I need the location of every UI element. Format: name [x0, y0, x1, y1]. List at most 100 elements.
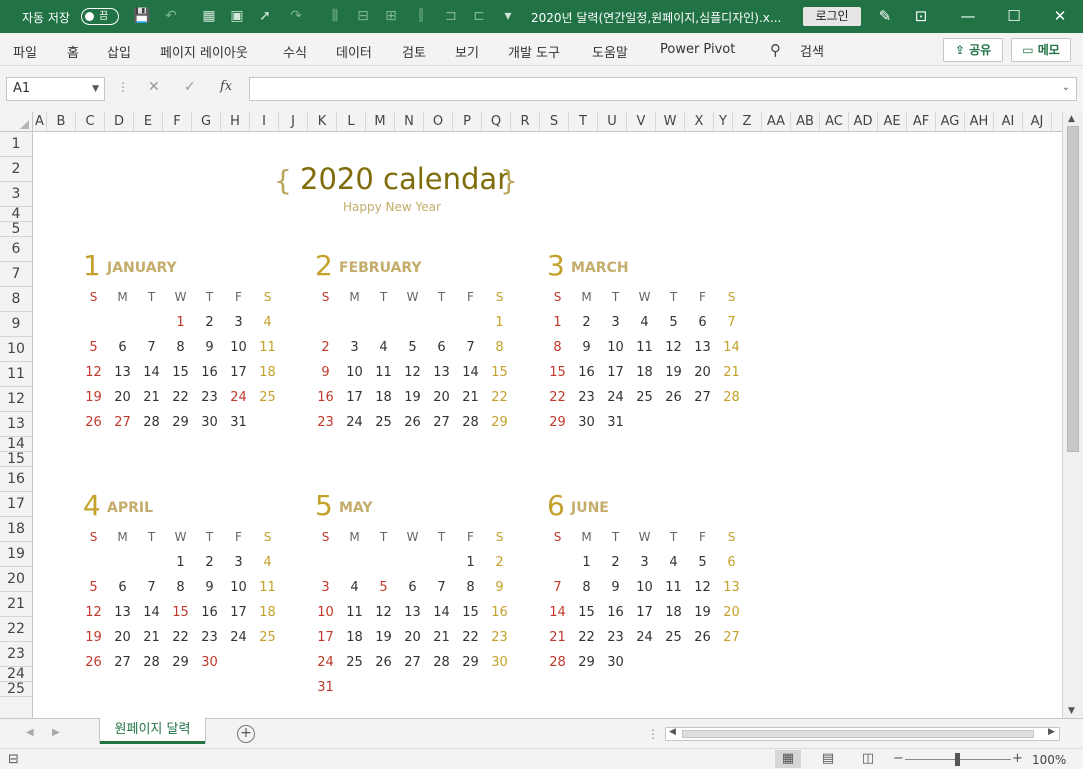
vertical-scrollbar[interactable]: ▲ ▼	[1062, 112, 1083, 720]
row-header[interactable]: 14	[0, 437, 32, 452]
row-header[interactable]: 16	[0, 467, 32, 492]
page-break-view-icon[interactable]: ◫	[855, 750, 881, 768]
minimize-icon[interactable]: —	[945, 0, 991, 33]
column-header[interactable]: F	[163, 112, 192, 131]
customize-qat-icon[interactable]: ▾	[497, 6, 519, 26]
column-header[interactable]: P	[453, 112, 482, 131]
tab-developer[interactable]: 개발 도구	[508, 42, 560, 61]
tab-insert[interactable]: 삽입	[107, 42, 131, 61]
row-header[interactable]: 23	[0, 642, 32, 667]
column-header[interactable]: T	[569, 112, 598, 131]
column-header[interactable]: R	[511, 112, 540, 131]
tab-power-pivot[interactable]: Power Pivot	[660, 42, 735, 57]
add-sheet-icon[interactable]: +	[237, 725, 255, 743]
sheet-tab-one-page-calendar[interactable]: 원페이지 달력	[100, 718, 205, 744]
close-icon[interactable]: ✕	[1037, 0, 1083, 33]
tab-view[interactable]: 보기	[455, 42, 479, 61]
undo-icon[interactable]: ↶	[160, 6, 182, 26]
row-header[interactable]: 8	[0, 287, 32, 312]
login-button[interactable]: 로그인	[803, 7, 861, 26]
scroll-down-icon[interactable]: ▼	[1068, 706, 1075, 716]
tab-page-layout[interactable]: 페이지 레이아웃	[160, 42, 248, 61]
column-header[interactable]: M	[366, 112, 395, 131]
maximize-icon[interactable]: ☐	[991, 0, 1037, 33]
row-header[interactable]: 4	[0, 207, 32, 222]
image-icon[interactable]: ▣	[226, 6, 248, 26]
tab-home[interactable]: 홈	[67, 42, 79, 61]
column-header[interactable]: AB	[791, 112, 820, 131]
next-sheet-icon[interactable]: ▶	[52, 727, 60, 738]
table-icon[interactable]: ▦	[198, 6, 220, 26]
column-header[interactable]: L	[337, 112, 366, 131]
tab-data[interactable]: 데이터	[336, 42, 372, 61]
tab-review[interactable]: 검토	[402, 42, 426, 61]
column-header[interactable]: J	[279, 112, 308, 131]
column-header[interactable]: V	[627, 112, 656, 131]
pen-icon[interactable]: ✎	[874, 6, 896, 26]
row-header[interactable]: 19	[0, 542, 32, 567]
tab-help[interactable]: 도움말	[592, 42, 628, 61]
row-header[interactable]: 24	[0, 667, 32, 682]
zoom-slider-knob[interactable]	[955, 753, 960, 766]
column-header[interactable]: Z	[733, 112, 762, 131]
column-header[interactable]: S	[540, 112, 569, 131]
row-header[interactable]: 5	[0, 222, 32, 237]
column-header[interactable]: W	[656, 112, 685, 131]
macro-record-icon[interactable]: ⊟	[8, 752, 19, 767]
column-header[interactable]: Y	[714, 112, 733, 131]
column-header[interactable]: E	[134, 112, 163, 131]
align-right-icon[interactable]: ⊐	[440, 6, 462, 26]
zoom-out-icon[interactable]: −	[893, 751, 904, 766]
save-icon[interactable]: 💾	[131, 6, 153, 26]
tab-file[interactable]: 파일	[13, 42, 37, 61]
column-header[interactable]: AA	[762, 112, 791, 131]
horizontal-scrollbar[interactable]: ◀ ▶	[665, 727, 1060, 741]
normal-view-icon[interactable]: ▦	[775, 750, 801, 768]
column-header[interactable]: AC	[820, 112, 849, 131]
column-header[interactable]: U	[598, 112, 627, 131]
row-header[interactable]: 25	[0, 682, 32, 697]
vertical-scroll-thumb[interactable]	[1067, 126, 1079, 452]
search-label[interactable]: 검색	[800, 41, 824, 60]
row-header[interactable]: 20	[0, 567, 32, 592]
row-header[interactable]: 22	[0, 617, 32, 642]
name-box[interactable]: A1 ▼	[6, 77, 105, 101]
formula-input[interactable]: ⌄	[249, 77, 1077, 101]
column-header[interactable]: AJ	[1023, 112, 1052, 131]
row-header[interactable]: 2	[0, 157, 32, 182]
column-header[interactable]: B	[47, 112, 76, 131]
column-header[interactable]: Q	[482, 112, 511, 131]
column-header[interactable]: O	[424, 112, 453, 131]
zoom-level[interactable]: 100%	[1032, 753, 1066, 767]
align-center-icon[interactable]: ⊞	[380, 6, 402, 26]
chevron-down-icon[interactable]: ▼	[92, 78, 99, 100]
scroll-right-icon[interactable]: ▶	[1048, 727, 1055, 737]
ribbon-display-icon[interactable]: ⊡	[910, 6, 932, 26]
column-header[interactable]: AF	[907, 112, 936, 131]
cancel-icon[interactable]: ✕	[148, 79, 160, 95]
row-header[interactable]: 13	[0, 412, 32, 437]
column-header[interactable]: G	[192, 112, 221, 131]
expand-formula-icon[interactable]: ⌄	[1062, 82, 1070, 93]
row-header[interactable]: 17	[0, 492, 32, 517]
confirm-icon[interactable]: ✓	[184, 79, 196, 95]
column-header[interactable]: AE	[878, 112, 907, 131]
row-header[interactable]: 15	[0, 452, 32, 467]
scroll-left-icon[interactable]: ◀	[669, 727, 676, 737]
tab-formulas[interactable]: 수식	[283, 42, 307, 61]
row-header[interactable]: 1	[0, 132, 32, 157]
align-left-icon[interactable]: ⊏	[468, 6, 490, 26]
column-header[interactable]: H	[221, 112, 250, 131]
row-header[interactable]: 3	[0, 182, 32, 207]
worksheet[interactable]: { 2020 calendar } Happy New Year 1 JANUAR…	[33, 132, 1062, 718]
memo-button[interactable]: ▭ 메모	[1011, 38, 1071, 62]
scroll-up-icon[interactable]: ▲	[1068, 114, 1075, 124]
column-header[interactable]: AG	[936, 112, 965, 131]
align-middle-icon[interactable]: ⫿	[410, 6, 432, 26]
row-header[interactable]: 6	[0, 237, 32, 262]
row-header[interactable]: 12	[0, 387, 32, 412]
column-header[interactable]: AD	[849, 112, 878, 131]
zoom-in-icon[interactable]: +	[1012, 751, 1023, 766]
cursor-icon[interactable]: ➚	[254, 6, 276, 26]
redo-icon[interactable]: ↷	[285, 6, 307, 26]
